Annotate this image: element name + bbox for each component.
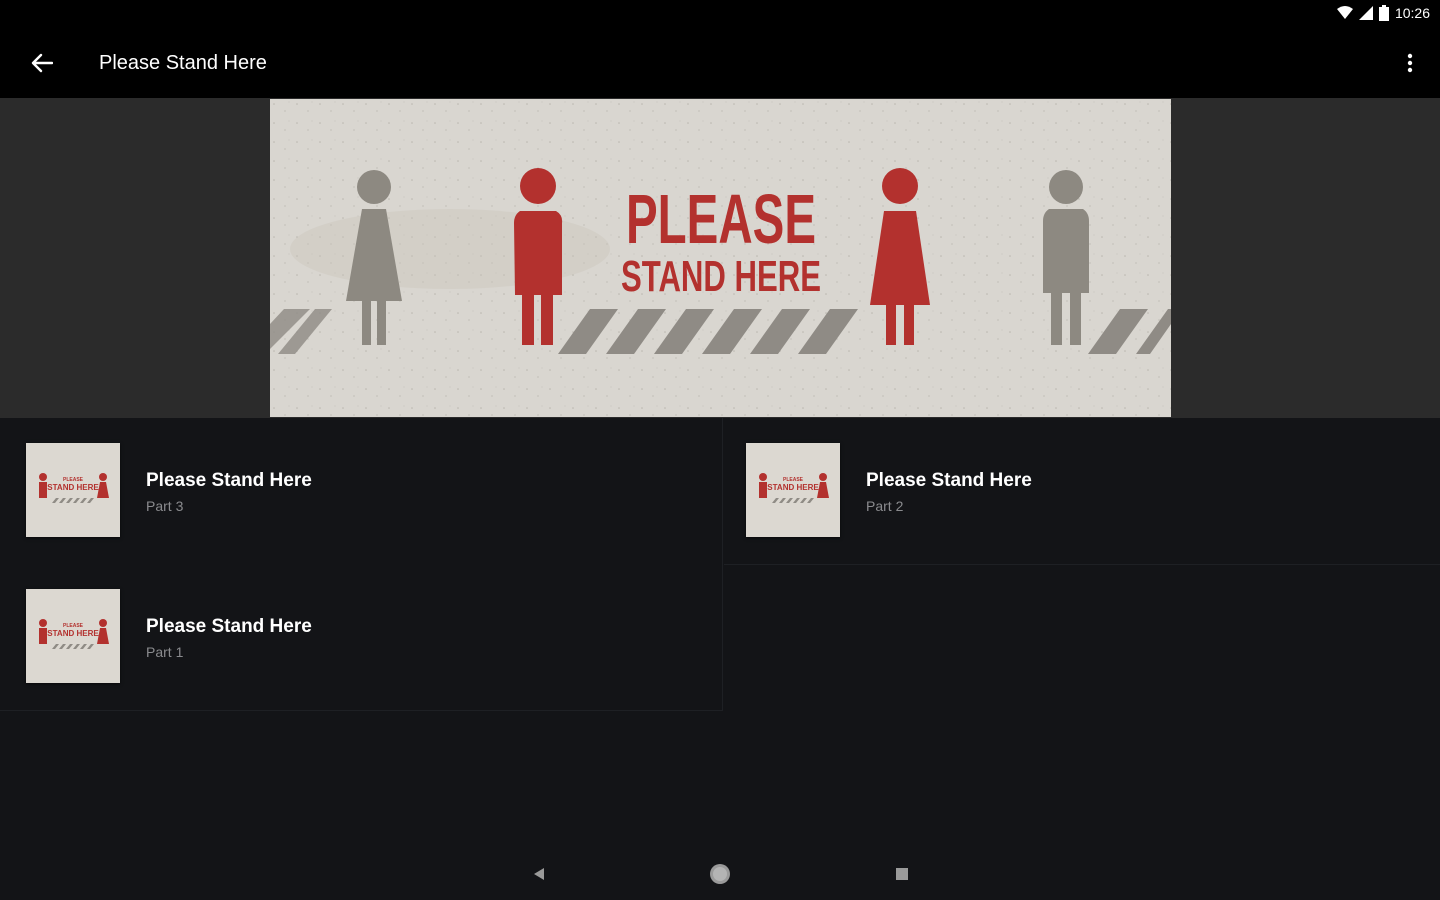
episode-title: Please Stand Here xyxy=(146,470,312,491)
episode-title: Please Stand Here xyxy=(146,616,312,637)
overflow-menu-button[interactable] xyxy=(1398,45,1422,81)
hero-artwork: PLEASE STAND HERE xyxy=(270,99,1171,417)
thumb-text-stand-here: STAND HERE xyxy=(767,483,819,492)
episode-subtitle: Part 1 xyxy=(146,644,184,660)
arrow-back-icon xyxy=(31,53,53,73)
episode-thumbnail: PLEASE STAND HERE xyxy=(26,443,120,537)
hero-text-please: PLEASE xyxy=(626,180,816,258)
thumb-text-stand-here: STAND HERE xyxy=(47,483,99,492)
battery-icon xyxy=(1378,5,1389,21)
signal-icon xyxy=(1358,6,1373,20)
back-button[interactable] xyxy=(24,45,60,81)
episode-item[interactable]: PLEASE STAND HERE Please Stand Here Part… xyxy=(724,418,1440,565)
episode-subtitle: Part 2 xyxy=(866,498,904,514)
episode-thumbnail: PLEASE STAND HERE xyxy=(26,589,120,683)
wifi-icon xyxy=(1336,6,1353,19)
episode-grid: PLEASE STAND HERE Please Stand Here Part… xyxy=(0,418,1440,848)
status-time: 10:26 xyxy=(1394,5,1430,21)
episode-item[interactable]: PLEASE STAND HERE Please Stand Here Part… xyxy=(0,418,723,565)
more-vert-icon xyxy=(1407,53,1413,73)
episode-title: Please Stand Here xyxy=(866,470,1032,491)
hero-text-stand-here: STAND HERE xyxy=(621,252,821,301)
app-bar: Please Stand Here xyxy=(0,28,1440,98)
back-triangle-icon xyxy=(534,868,544,880)
episode-item[interactable]: PLEASE STAND HERE Please Stand Here Part… xyxy=(0,564,723,711)
hero-illustration: PLEASE STAND HERE xyxy=(270,99,1171,417)
system-nav-bar xyxy=(0,848,1440,900)
thumb-text-stand-here: STAND HERE xyxy=(47,629,99,638)
status-bar: 10:26 xyxy=(0,0,1440,28)
status-icons: 10:26 xyxy=(1336,5,1430,21)
nav-recents-button[interactable] xyxy=(888,862,916,886)
home-circle-icon xyxy=(710,864,730,884)
episode-thumbnail: PLEASE STAND HERE xyxy=(746,443,840,537)
nav-back-button[interactable] xyxy=(525,862,553,886)
nav-home-button[interactable] xyxy=(706,862,734,886)
recents-square-icon xyxy=(896,868,908,880)
page-title: Please Stand Here xyxy=(99,52,267,74)
episode-subtitle: Part 3 xyxy=(146,498,184,514)
